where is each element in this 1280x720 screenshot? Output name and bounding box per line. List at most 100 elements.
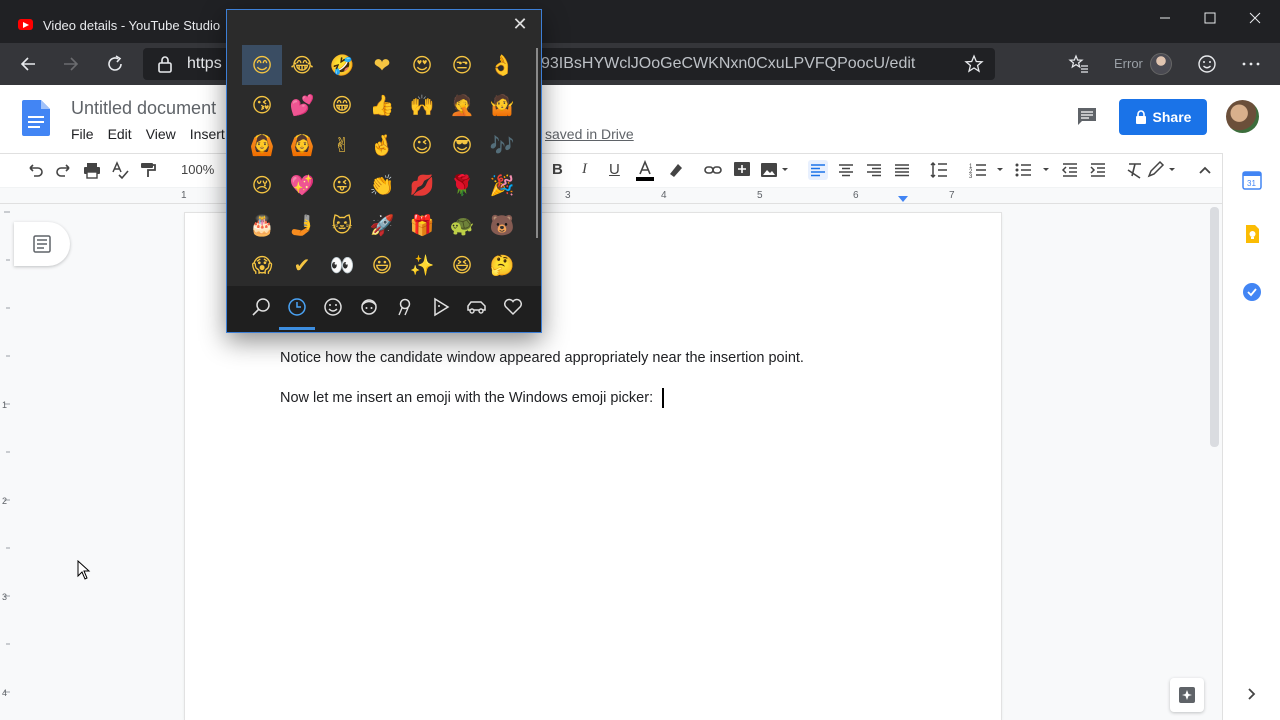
menu-view[interactable]: View xyxy=(146,126,176,142)
decrease-indent-icon[interactable] xyxy=(1060,160,1080,180)
food-icon[interactable] xyxy=(430,296,452,318)
undo-icon[interactable] xyxy=(25,160,45,180)
emoji-cell[interactable]: 🎶 xyxy=(482,125,522,165)
menu-edit[interactable]: Edit xyxy=(108,126,132,142)
emoji-cell[interactable]: 💕 xyxy=(282,85,322,125)
numbered-list-icon[interactable]: 123 xyxy=(968,160,1006,180)
emoji-cell[interactable]: 💋 xyxy=(402,165,442,205)
emoji-cell[interactable]: 👌 xyxy=(482,45,522,85)
emoji-cell[interactable]: 🐱 xyxy=(322,205,362,245)
emoji-cell[interactable]: 🎉 xyxy=(482,165,522,205)
emoji-cell[interactable]: 😃 xyxy=(362,245,402,285)
emoji-cell[interactable]: ✔ xyxy=(282,245,322,285)
comments-icon[interactable] xyxy=(1076,106,1098,126)
emoji-cell[interactable]: 🚀 xyxy=(362,205,402,245)
document-outline-button[interactable] xyxy=(14,222,70,266)
heart-icon[interactable] xyxy=(502,296,524,318)
profile-avatar[interactable] xyxy=(1150,53,1172,75)
text-color-icon[interactable] xyxy=(635,160,655,181)
zoom-select[interactable]: 100% xyxy=(181,162,214,177)
emoji-cell[interactable]: 🌹 xyxy=(442,165,482,205)
document-title[interactable]: Untitled document xyxy=(71,98,216,119)
expand-panel-icon[interactable] xyxy=(1243,686,1259,702)
maximize-icon[interactable] xyxy=(1200,8,1220,28)
collapse-toolbar-icon[interactable] xyxy=(1195,160,1215,180)
print-icon[interactable] xyxy=(82,160,102,180)
emoji-cell[interactable]: 🤷 xyxy=(482,85,522,125)
profile-error-label[interactable]: Error xyxy=(1114,56,1143,71)
justify-icon[interactable] xyxy=(892,160,912,180)
close-window-icon[interactable] xyxy=(1245,8,1265,28)
emoji-cell[interactable]: 🤣 xyxy=(322,45,362,85)
url-text-start[interactable]: https xyxy=(187,55,222,73)
emoji-cell[interactable]: 🐢 xyxy=(442,205,482,245)
emoji-cell[interactable]: 😢 xyxy=(242,165,282,205)
celebration-icon[interactable] xyxy=(394,296,416,318)
clear-formatting-icon[interactable] xyxy=(1125,160,1145,180)
smiley-icon[interactable] xyxy=(322,296,344,318)
align-center-icon[interactable] xyxy=(836,160,856,180)
redo-icon[interactable] xyxy=(54,160,74,180)
spellcheck-icon[interactable] xyxy=(110,160,130,180)
picker-close-icon[interactable]: ✕ xyxy=(510,14,530,34)
people-icon[interactable] xyxy=(358,296,380,318)
document-paragraph[interactable]: Notice how the candidate window appeared… xyxy=(280,350,804,366)
menu-file[interactable]: File xyxy=(71,126,94,142)
emoji-cell[interactable]: 🙆 xyxy=(242,125,282,165)
emoji-cell[interactable]: 😁 xyxy=(322,85,362,125)
forward-icon[interactable] xyxy=(60,53,82,75)
refresh-icon[interactable] xyxy=(104,53,126,75)
more-menu-icon[interactable] xyxy=(1240,53,1262,75)
calendar-icon[interactable]: 31 xyxy=(1242,170,1262,190)
emoji-cell[interactable]: 😆 xyxy=(442,245,482,285)
align-right-icon[interactable] xyxy=(864,160,884,180)
recent-icon[interactable] xyxy=(286,296,308,318)
emoji-cell[interactable]: 👏 xyxy=(362,165,402,205)
emoji-cell[interactable]: 😱 xyxy=(242,245,282,285)
tab-title[interactable]: Video details - YouTube Studio xyxy=(43,18,220,33)
favorites-list-icon[interactable] xyxy=(1068,53,1090,75)
line-spacing-icon[interactable] xyxy=(929,160,949,180)
increase-indent-icon[interactable] xyxy=(1088,160,1108,180)
vertical-scrollbar[interactable] xyxy=(1210,207,1219,447)
emoji-cell[interactable]: 😜 xyxy=(322,165,362,205)
emoji-cell[interactable]: 😉 xyxy=(402,125,442,165)
share-button[interactable]: Share xyxy=(1119,99,1207,135)
emoji-cell[interactable]: 🙆 xyxy=(282,125,322,165)
keep-icon[interactable] xyxy=(1242,224,1262,244)
emoji-cell[interactable]: 😍 xyxy=(402,45,442,85)
emoji-cell[interactable]: 🎁 xyxy=(402,205,442,245)
emoji-cell[interactable]: 😒 xyxy=(442,45,482,85)
emoji-cell[interactable]: ✌ xyxy=(322,125,362,165)
add-comment-icon[interactable] xyxy=(732,160,752,180)
google-docs-logo[interactable] xyxy=(22,100,50,136)
editing-mode-icon[interactable] xyxy=(1146,160,1180,180)
user-avatar[interactable] xyxy=(1226,100,1259,133)
emoji-cell[interactable]: 😊 xyxy=(242,45,282,85)
back-icon[interactable] xyxy=(17,53,39,75)
minimize-icon[interactable] xyxy=(1155,8,1175,28)
insert-image-icon[interactable] xyxy=(760,160,792,180)
emoji-cell[interactable]: ❤ xyxy=(362,45,402,85)
lock-icon[interactable] xyxy=(156,54,174,74)
bold-icon[interactable]: B xyxy=(552,161,563,178)
search-icon[interactable] xyxy=(250,296,272,318)
emoji-cell[interactable]: 😎 xyxy=(442,125,482,165)
paint-format-icon[interactable] xyxy=(138,160,158,180)
emoji-cell[interactable]: 👀 xyxy=(322,245,362,285)
emoji-cell[interactable]: 👍 xyxy=(362,85,402,125)
document-paragraph[interactable]: Now let me insert an emoji with the Wind… xyxy=(280,390,653,406)
emoji-cell[interactable]: 🤳 xyxy=(282,205,322,245)
italic-icon[interactable]: I xyxy=(582,161,587,178)
menu-insert[interactable]: Insert xyxy=(190,126,225,142)
underline-icon[interactable]: U xyxy=(609,161,620,178)
highlight-icon[interactable] xyxy=(666,160,686,180)
right-indent-marker[interactable] xyxy=(898,196,908,202)
tasks-icon[interactable] xyxy=(1242,282,1262,302)
emoji-cell[interactable]: 🎂 xyxy=(242,205,282,245)
align-left-icon[interactable] xyxy=(808,160,828,180)
saved-status-link[interactable]: saved in Drive xyxy=(545,126,634,142)
emoji-cell[interactable]: 🙌 xyxy=(402,85,442,125)
emoji-cell[interactable]: ✨ xyxy=(402,245,442,285)
emoji-cell[interactable]: 💖 xyxy=(282,165,322,205)
